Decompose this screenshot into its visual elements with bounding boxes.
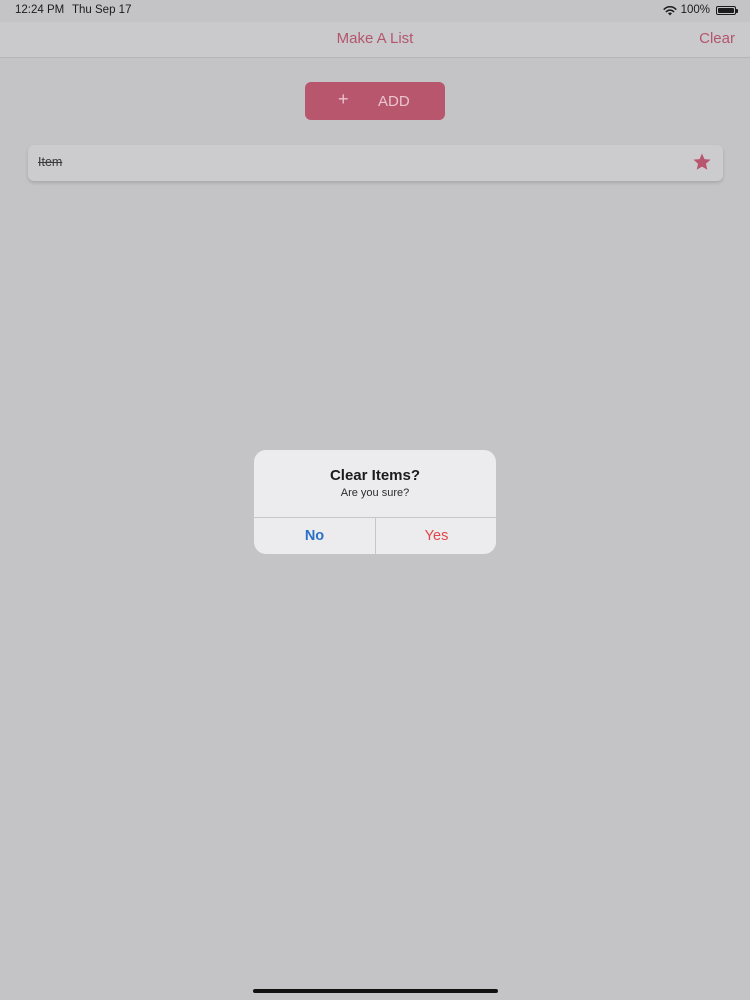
alert-message: Are you sure?	[340, 487, 410, 499]
alert-title: Clear Items?	[329, 467, 421, 484]
star-icon[interactable]	[692, 152, 712, 172]
battery-icon	[716, 5, 738, 15]
clear-items-alert: Clear Items? Are you sure? No Yes	[254, 450, 496, 554]
clear-button[interactable]: Clear	[699, 30, 735, 47]
battery-percent: 100%	[680, 4, 710, 16]
yes-button[interactable]: Yes	[376, 518, 496, 554]
status-date: Thu Sep 17	[72, 4, 132, 16]
status-bar: 12:24 PM Thu Sep 17 100%	[0, 0, 750, 22]
home-indicator[interactable]	[253, 989, 498, 993]
status-indicators: 100%	[663, 4, 738, 16]
nav-bar: Make A List Clear	[0, 22, 750, 58]
no-button[interactable]: No	[254, 518, 375, 554]
add-button-label: ADD	[378, 93, 410, 110]
add-button[interactable]: + ADD	[305, 82, 445, 120]
page-title: Make A List	[336, 30, 414, 47]
list-item-label: Item	[38, 155, 63, 169]
status-time: 12:24 PM	[15, 4, 65, 16]
wifi-icon	[663, 5, 677, 15]
list-item[interactable]: Item	[28, 145, 723, 181]
plus-icon: +	[338, 89, 349, 109]
